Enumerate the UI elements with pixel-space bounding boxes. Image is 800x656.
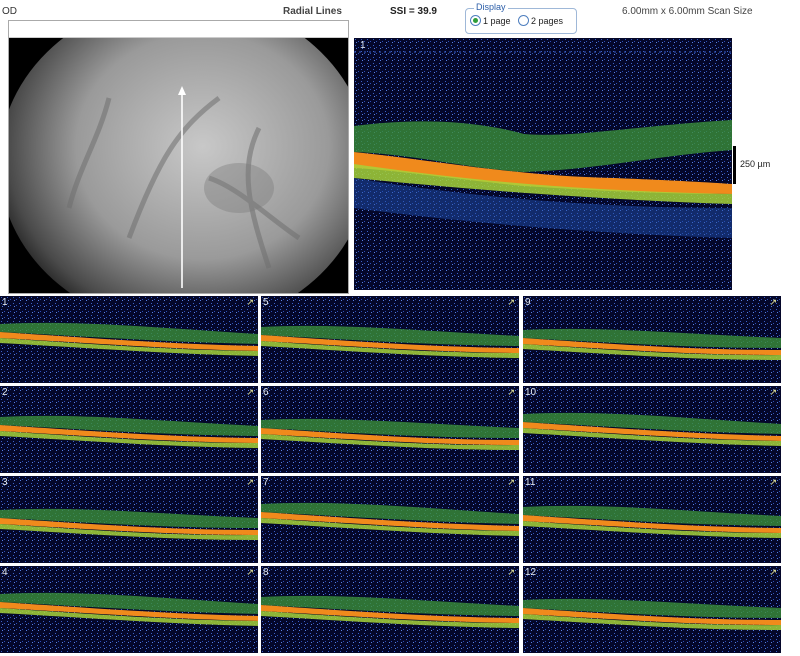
arrow-icon: ↗: [769, 567, 777, 577]
fundus-panel: [8, 20, 349, 294]
thumbnail-scan[interactable]: 3 ↗: [0, 476, 258, 563]
thumbnail-scan[interactable]: 6 ↗: [261, 386, 519, 473]
thumbnail-scan[interactable]: 12 ↗: [523, 566, 781, 653]
arrow-icon: ↗: [246, 387, 254, 397]
display-legend: Display: [474, 2, 508, 12]
thumbnail-number: 7: [263, 477, 269, 488]
arrow-icon: ↗: [507, 477, 515, 487]
fundus-image[interactable]: [9, 38, 348, 293]
arrow-icon: ↗: [769, 387, 777, 397]
eye-label: OD: [2, 6, 17, 17]
display-option-1-page[interactable]: 1 page: [470, 15, 511, 26]
thumbnail-number: 3: [2, 477, 8, 488]
arrow-icon: ↗: [769, 297, 777, 307]
scale-bar: [733, 146, 736, 184]
thumbnail-scan[interactable]: 11 ↗: [523, 476, 781, 563]
thumbnail-number: 10: [525, 387, 537, 398]
fundus-toolbar-strip: [9, 21, 348, 38]
protocol-label: Radial Lines: [283, 6, 342, 17]
arrow-icon: ↗: [769, 477, 777, 487]
arrow-icon: ↗: [507, 387, 515, 397]
thumbnail-scan[interactable]: 10 ↗: [523, 386, 781, 473]
main-bscan[interactable]: 1: [354, 38, 732, 290]
radio-unselected-icon[interactable]: [518, 15, 529, 26]
thumbnail-scan[interactable]: 8 ↗: [261, 566, 519, 653]
thumbnail-number: 9: [525, 297, 531, 308]
thumbnail-number: 11: [525, 477, 536, 488]
arrow-icon: ↗: [246, 297, 254, 307]
thumbnail-number: 5: [263, 297, 269, 308]
display-option-2-pages[interactable]: 2 pages: [518, 15, 563, 26]
thumbnail-scan[interactable]: 4 ↗: [0, 566, 258, 653]
thumbnail-scan[interactable]: 5 ↗: [261, 296, 519, 383]
arrow-icon: ↗: [246, 567, 254, 577]
thumbnail-scan[interactable]: 2 ↗: [0, 386, 258, 473]
option-label: 1 page: [483, 15, 511, 26]
thumbnail-number: 8: [263, 567, 269, 578]
thumbnail-scan[interactable]: 7 ↗: [261, 476, 519, 563]
thumbnail-number: 12: [525, 567, 537, 578]
thumbnail-number: 4: [2, 567, 8, 578]
thumbnail-number: 2: [2, 387, 8, 398]
arrow-icon: ↗: [507, 297, 515, 307]
thumbnail-scan[interactable]: 1 ↗: [0, 296, 258, 383]
scan-number: 1: [360, 40, 366, 51]
option-label: 2 pages: [531, 15, 564, 26]
arrow-icon: ↗: [507, 567, 515, 577]
radio-selected-icon[interactable]: [470, 15, 481, 26]
display-group: Display 1 page 2 pages: [465, 2, 577, 34]
ssi-label: SSI = 39.9: [390, 6, 437, 17]
scan-size-label: 6.00mm x 6.00mm Scan Size: [622, 6, 753, 17]
thumbnail-number: 6: [263, 387, 269, 398]
arrow-icon: ↗: [246, 477, 254, 487]
thumbnail-scan[interactable]: 9 ↗: [523, 296, 781, 383]
thumbnail-number: 1: [2, 297, 8, 308]
scale-label: 250 µm: [740, 159, 771, 169]
